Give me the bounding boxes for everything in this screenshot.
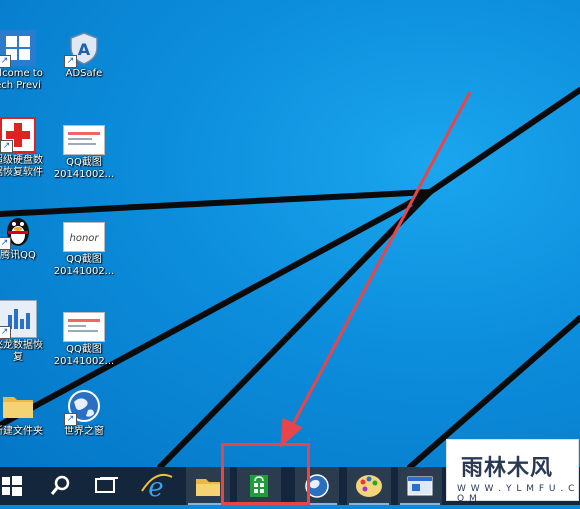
shortcut-arrow-icon: ↗ — [0, 326, 11, 339]
adsafe-shield-icon: A ↗ — [64, 30, 102, 68]
desktop-icon-qq-screenshot-1[interactable]: QQ截图 20141002... — [52, 125, 116, 181]
window-app-button[interactable] — [398, 467, 442, 505]
icon-label: ADSafe — [65, 68, 103, 79]
image-file-icon: honor — [63, 222, 105, 252]
desktop: ↗ elcome to ech Previ ↗ 超级硬盘数 据恢复软件 ↗ 腾讯… — [0, 0, 580, 467]
ie-icon: e — [141, 473, 173, 503]
desktop-icon-qq-screenshot-2[interactable]: honor QQ截图 20141002... — [52, 222, 116, 278]
desktop-icon-data-recovery[interactable]: ↗ 飞龙数据恢 复 — [0, 300, 50, 364]
shortcut-arrow-icon: ↗ — [0, 140, 13, 153]
image-file-icon — [63, 312, 105, 342]
desktop-icon-qq[interactable]: ↗ 腾讯QQ — [0, 212, 50, 262]
shortcut-arrow-icon: ↗ — [0, 237, 11, 250]
shortcut-arrow-icon: ↗ — [64, 55, 77, 68]
windows-logo-icon: ↗ — [0, 30, 36, 68]
shortcut-arrow-icon: ↗ — [64, 413, 77, 426]
icon-label: 飞龙数据恢 复 — [0, 340, 43, 363]
icon-label: 新建文件夹 — [0, 426, 43, 437]
disk-recovery-icon: ↗ — [0, 117, 36, 153]
icon-label: 世界之窗 — [64, 426, 104, 437]
search-icon — [50, 475, 70, 495]
desktop-icon-welcome[interactable]: ↗ elcome to ech Previ — [0, 30, 50, 92]
desktop-icon-new-folder[interactable]: 新建文件夹 — [0, 388, 50, 438]
data-recovery-icon: ↗ — [0, 300, 37, 339]
desktop-icon-adsafe[interactable]: A ↗ ADSafe — [52, 30, 116, 80]
icon-label: QQ截图 20141002... — [53, 344, 115, 367]
qq-penguin-icon: ↗ — [0, 212, 36, 250]
image-file-icon — [63, 125, 105, 155]
paint-button[interactable] — [347, 467, 391, 505]
shortcut-arrow-icon: ↗ — [0, 55, 11, 68]
store-highlight-box — [221, 443, 310, 505]
task-view-button[interactable] — [84, 467, 128, 505]
icon-label: QQ截图 20141002... — [53, 157, 115, 180]
desktop-icon-world-window[interactable]: ↗ 世界之窗 — [52, 388, 116, 438]
desktop-icon-qq-screenshot-3[interactable]: QQ截图 20141002... — [52, 312, 116, 368]
icon-label: elcome to ech Previ — [0, 68, 43, 91]
svg-text:A: A — [78, 40, 91, 59]
paint-icon — [356, 475, 382, 497]
icon-label: 腾讯QQ — [0, 250, 36, 261]
window-icon — [407, 476, 433, 496]
svg-text:honor: honor — [69, 233, 99, 244]
search-button[interactable] — [38, 467, 82, 505]
watermark: 雨林木风 W W W . Y L M F U . C O M — [446, 439, 579, 504]
icon-label: QQ截图 20141002... — [53, 254, 115, 277]
folder-icon — [0, 388, 36, 424]
globe-browser-icon: ↗ — [64, 388, 102, 426]
internet-explorer-button[interactable]: e — [136, 467, 180, 505]
watermark-title: 雨林木风 — [461, 455, 554, 481]
icon-label: 超级硬盘数 据恢复软件 — [0, 155, 43, 178]
desktop-icon-disk-recovery[interactable]: ↗ 超级硬盘数 据恢复软件 — [0, 117, 50, 179]
watermark-url: W W W . Y L M F U . C O M — [457, 484, 576, 504]
task-view-icon — [95, 477, 118, 493]
